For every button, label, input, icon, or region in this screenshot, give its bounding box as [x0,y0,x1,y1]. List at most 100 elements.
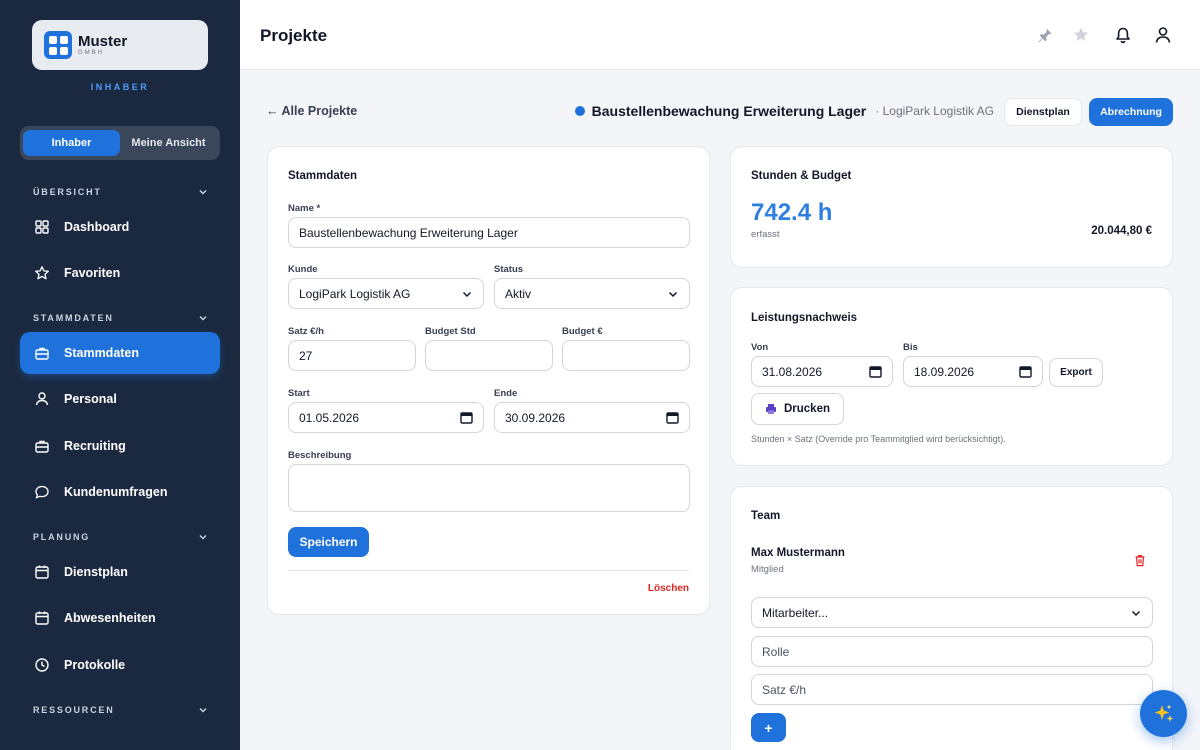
chat-bubble-icon [34,484,50,500]
brand-subtitle: GMBH [78,50,104,56]
sidebar-item-favorites[interactable]: Favoriten [20,252,220,294]
sidebar-item-stammdaten[interactable]: Stammdaten [20,332,220,374]
project-name: Baustellenbewachung Erweiterung Lager [591,103,867,119]
abrechnung-button[interactable]: Abrechnung [1089,98,1173,126]
company-logo[interactable]: Muster GMBH [32,20,208,70]
status-select-value: Aktiv [505,286,532,301]
user-badge-icon [34,391,50,407]
name-label: Name * [288,203,321,214]
employee-select-value: Mitarbeiter... [762,605,829,620]
briefcase-icon [34,438,50,454]
hours-budget-card: Stunden & Budget 742.4 h erfasst 20.044,… [730,146,1173,268]
section-planning[interactable]: PLANUNG [33,532,208,542]
section-resources-label: RESSOURCEN [33,705,115,715]
sparkles-icon [1154,704,1173,722]
name-input[interactable]: Baustellenbewachung Erweiterung Lager [288,217,690,248]
sidebar-item-recruiting[interactable]: Recruiting [20,425,220,467]
beschreibung-label: Beschreibung [288,450,352,461]
top-bar: Projekte [240,0,1200,70]
bis-label: Bis [903,342,918,353]
sidebar-item-label: Dashboard [64,220,130,234]
chevron-down-icon [667,288,679,300]
calendar-icon [34,610,50,626]
sidebar-item-label: Dienstplan [64,565,128,579]
von-date-input[interactable]: 31.08.2026 [751,356,893,387]
calendar-icon[interactable] [460,411,473,424]
satz-input[interactable]: 27 [288,340,416,371]
clock-icon [34,657,50,673]
ai-assistant-button[interactable] [1140,690,1187,737]
bell-icon[interactable] [1113,25,1133,45]
calendar-icon[interactable] [1019,365,1032,378]
apps-grid-icon [44,31,72,59]
section-overview-label: ÜBERSICHT [33,187,102,197]
toggle-owner-view[interactable]: Inhaber [23,130,120,156]
rate-input[interactable]: Satz €/h [751,674,1153,705]
dienstplan-button[interactable]: Dienstplan [1004,98,1082,126]
sidebar-item-dashboard[interactable]: Dashboard [20,206,220,248]
satz-label: Satz €/h [288,326,324,337]
pin-icon[interactable] [1035,25,1055,45]
beschreibung-textarea[interactable] [288,464,690,512]
role-input[interactable]: Rolle [751,636,1153,667]
budget-eur-input[interactable] [562,340,690,371]
add-member-button[interactable]: + [751,713,786,742]
section-overview[interactable]: ÜBERSICHT [33,187,208,197]
page-title: Projekte [260,26,328,45]
kunde-select-value: LogiPark Logistik AG [299,286,411,301]
section-master-data[interactable]: STAMMDATEN [33,313,208,323]
sidebar-item-protokolle[interactable]: Protokolle [20,644,220,686]
star-icon [34,265,50,281]
trash-icon[interactable] [1134,554,1146,572]
delete-button[interactable]: Löschen [648,583,689,594]
leistungsnachweis-card: Leistungsnachweis Von 31.08.2026 Bis 18.… [730,287,1173,466]
sidebar-item-kundenumfragen[interactable]: Kundenumfragen [20,471,220,513]
calendar-icon[interactable] [869,365,882,378]
card-title: Team [751,510,781,522]
print-button-label: Drucken [783,403,831,415]
back-to-projects-link[interactable]: ← Alle Projekte [266,104,357,118]
end-date-input[interactable]: 30.09.2026 [494,402,690,433]
divider [288,570,689,571]
ende-label: Ende [494,388,518,399]
chevron-down-icon [198,705,208,715]
section-resources[interactable]: RESSOURCEN [33,705,208,715]
sidebar-item-label: Abwesenheiten [64,611,156,625]
amount-value: 20.044,80 € [1091,225,1152,237]
sidebar-item-label: Kundenumfragen [64,485,168,499]
team-member-role: Mitglied [751,564,784,575]
chevron-down-icon [198,187,208,197]
kunde-label: Kunde [288,264,318,275]
toggle-my-view[interactable]: Meine Ansicht [120,130,217,156]
calendar-icon[interactable] [666,411,679,424]
section-planning-label: PLANUNG [33,532,91,542]
hours-value: 742.4 h [751,199,833,226]
favorite-star-icon[interactable] [1071,25,1091,45]
save-button[interactable]: Speichern [288,527,369,557]
status-select[interactable]: Aktiv [494,278,690,309]
budget-std-label: Budget Std [425,326,476,337]
name-input-value: Baustellenbewachung Erweiterung Lager [299,225,518,240]
user-profile-icon[interactable] [1153,25,1173,45]
export-button[interactable]: Export [1049,358,1103,387]
kunde-select[interactable]: LogiPark Logistik AG [288,278,484,309]
role-label: INHABER [90,82,150,92]
budget-std-input[interactable] [425,340,553,371]
start-date-input[interactable]: 01.05.2026 [288,402,484,433]
calendar-icon [34,564,50,580]
calculation-hint: Stunden × Satz (Override pro Teammitglie… [751,434,1006,444]
von-label: Von [751,342,769,353]
sidebar-item-label: Personal [64,392,117,406]
sidebar-item-dienstplan[interactable]: Dienstplan [20,551,220,593]
sidebar-item-abwesenheiten[interactable]: Abwesenheiten [20,597,220,639]
employee-select[interactable]: Mitarbeiter... [751,597,1153,628]
team-member-name: Max Mustermann [751,547,845,559]
sidebar-item-personal[interactable]: Personal [20,378,220,420]
role-input-placeholder: Rolle [762,644,790,659]
bis-date-input[interactable]: 18.09.2026 [903,356,1043,387]
project-header: Baustellenbewachung Erweiterung Lager · … [574,103,994,119]
rate-input-placeholder: Satz €/h [762,682,807,697]
sidebar-item-label: Recruiting [64,439,126,453]
print-button[interactable]: Drucken [751,393,844,425]
end-date-value: 30.09.2026 [505,410,566,425]
